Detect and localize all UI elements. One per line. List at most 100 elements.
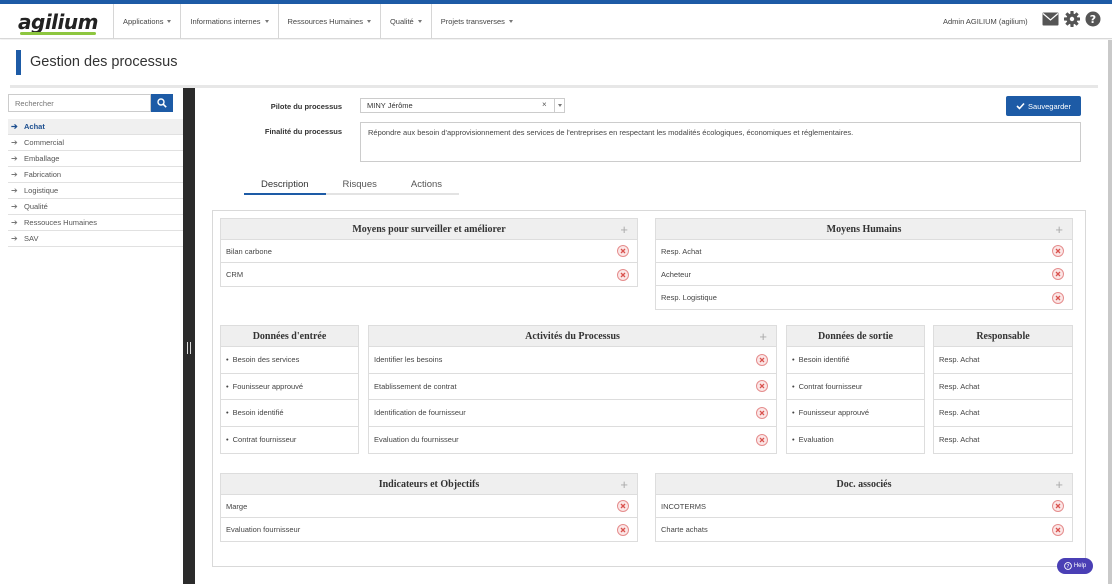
list-item-text: Evaluation xyxy=(792,435,834,444)
tree-item-achat[interactable]: ➔ Achat xyxy=(8,119,183,135)
check-icon xyxy=(1016,102,1025,110)
delete-icon[interactable] xyxy=(1052,523,1064,536)
app-logo[interactable]: agilium xyxy=(18,10,98,34)
list-item-text: Contrat fournisseur xyxy=(226,435,297,444)
tree-item-label: Ressouces Humaines xyxy=(24,218,97,227)
sidebar-splitter[interactable] xyxy=(183,88,195,584)
tree-item-ressources-humaines[interactable]: ➔ Ressouces Humaines xyxy=(8,215,183,231)
caret-down-icon xyxy=(264,20,269,23)
tree-item-sav[interactable]: ➔ SAV xyxy=(8,231,183,247)
help-icon[interactable]: ? xyxy=(1085,11,1101,27)
save-button[interactable]: Sauvegarder xyxy=(1006,96,1081,116)
list-item-text: Evaluation fournisseur xyxy=(226,525,301,534)
search-icon xyxy=(157,98,167,108)
delete-icon[interactable] xyxy=(617,268,629,281)
nav-item-projets-transverses[interactable]: Projets transverses xyxy=(430,4,522,39)
list-item-text: Resp. Achat xyxy=(939,435,980,445)
pilote-label: Pilote du processus xyxy=(270,102,342,111)
arrow-right-icon: ➔ xyxy=(11,138,18,147)
envelope-icon[interactable] xyxy=(1042,12,1059,26)
add-icon[interactable]: + xyxy=(1055,477,1063,492)
tab-description[interactable]: Description xyxy=(244,176,326,195)
sidebar: ➔ Achat ➔ Commercial ➔ Emballage ➔ Fabricati… xyxy=(8,94,183,247)
help-button[interactable]: ? Help xyxy=(1057,558,1093,574)
tree-item-commercial[interactable]: ➔ Commercial xyxy=(8,135,183,151)
help-label: Help xyxy=(1073,563,1087,569)
caret-down-icon xyxy=(508,20,513,23)
pilote-value: MINY Jérôme xyxy=(367,101,413,110)
clear-icon[interactable]: × xyxy=(542,100,547,109)
caret-down-icon xyxy=(167,20,172,23)
add-icon[interactable]: + xyxy=(759,329,767,344)
panel-title-text: Activités du Processus xyxy=(525,330,620,342)
nav-item-label: Applications xyxy=(123,17,164,26)
list-item: Resp. Achat xyxy=(934,427,1072,454)
tree-item-fabrication[interactable]: ➔ Fabrication xyxy=(8,167,183,183)
panel-title-text: Moyens Humains xyxy=(826,223,902,235)
list-item: Founisseur approuvé xyxy=(221,374,358,400)
delete-icon[interactable] xyxy=(1052,291,1064,304)
nav-item-informations-internes[interactable]: Informations internes xyxy=(180,4,277,39)
finalite-textarea[interactable]: Répondre aux besoin d'approvisionnement … xyxy=(360,122,1081,162)
arrow-right-icon: ➔ xyxy=(11,122,18,131)
list-item-text: Identification de fournisseur xyxy=(374,408,466,418)
list-item: Founisseur approuvé xyxy=(787,400,924,427)
x-icon xyxy=(759,437,765,443)
tree-item-emballage[interactable]: ➔ Emballage xyxy=(8,151,183,167)
delete-icon[interactable] xyxy=(617,523,629,536)
delete-icon[interactable] xyxy=(617,500,629,512)
list-item: Besoin identifié xyxy=(787,347,924,374)
arrow-right-icon: ➔ xyxy=(11,218,18,227)
list-item-text: Charte achats xyxy=(661,525,708,534)
list-item-text: Founisseur approuvé xyxy=(226,382,303,391)
delete-icon[interactable] xyxy=(756,406,768,419)
list-item-text: Contrat fournisseur xyxy=(792,382,863,391)
pilote-select[interactable]: MINY Jérôme × xyxy=(360,98,565,113)
x-icon xyxy=(620,272,626,277)
list-item: Besoin des services xyxy=(221,347,358,374)
list-item-text: Identifier les besoins xyxy=(374,355,443,365)
delete-icon[interactable] xyxy=(1052,268,1064,280)
search-button[interactable] xyxy=(151,94,173,112)
list-item-text: Evaluation du fournisseur xyxy=(374,435,459,445)
panel-title: Activités du Processus + xyxy=(369,326,776,347)
panel-title: Moyens pour surveiller et améliorer + xyxy=(221,219,637,240)
list-item-text: Resp. Achat xyxy=(939,381,980,391)
list-item: CRM xyxy=(221,263,637,286)
add-icon[interactable]: + xyxy=(620,222,628,237)
list-item-text: Resp. Logistique xyxy=(661,293,717,302)
list-item: Marge xyxy=(221,495,637,518)
tree-item-label: SAV xyxy=(24,234,39,243)
search-input[interactable] xyxy=(8,94,151,112)
add-icon[interactable]: + xyxy=(1055,222,1063,237)
nav-item-ressources-humaines[interactable]: Ressources Humaines xyxy=(277,4,380,39)
user-menu[interactable]: Admin AGILIUM (agilium) xyxy=(943,17,1028,26)
gear-icon[interactable] xyxy=(1064,11,1080,27)
nav-item-qualite[interactable]: Qualité xyxy=(379,4,431,39)
delete-icon[interactable] xyxy=(1052,245,1064,257)
tree-item-logistique[interactable]: ➔ Logistique xyxy=(8,183,183,199)
chevron-down-icon[interactable] xyxy=(554,99,564,112)
delete-icon[interactable] xyxy=(756,380,768,393)
list-item-text: Resp. Achat xyxy=(661,246,702,256)
delete-icon[interactable] xyxy=(1052,500,1064,512)
tree-item-qualite[interactable]: ➔ Qualité xyxy=(8,199,183,215)
list-item: Resp. Achat xyxy=(934,347,1072,374)
list-item: INCOTERMS xyxy=(656,495,1072,518)
scrollbar-track[interactable] xyxy=(1108,40,1112,584)
list-item-text: Resp. Achat xyxy=(939,355,980,365)
tab-actions[interactable]: Actions xyxy=(393,176,460,195)
panel-entree: Données d'entrée Besoin des services Fou… xyxy=(220,325,359,454)
delete-icon[interactable] xyxy=(756,433,768,446)
x-icon xyxy=(620,527,626,532)
tab-risques[interactable]: Risques xyxy=(325,176,394,195)
delete-icon[interactable] xyxy=(756,353,768,366)
x-icon xyxy=(1055,503,1061,509)
delete-icon[interactable] xyxy=(617,245,629,257)
tree-item-label: Achat xyxy=(24,122,45,131)
main-nav: Applications Informations internes Resso… xyxy=(113,4,522,39)
add-icon[interactable]: + xyxy=(620,477,628,492)
title-accent-bar xyxy=(16,50,21,75)
sidebar-search xyxy=(8,94,183,112)
nav-item-applications[interactable]: Applications xyxy=(113,4,180,39)
